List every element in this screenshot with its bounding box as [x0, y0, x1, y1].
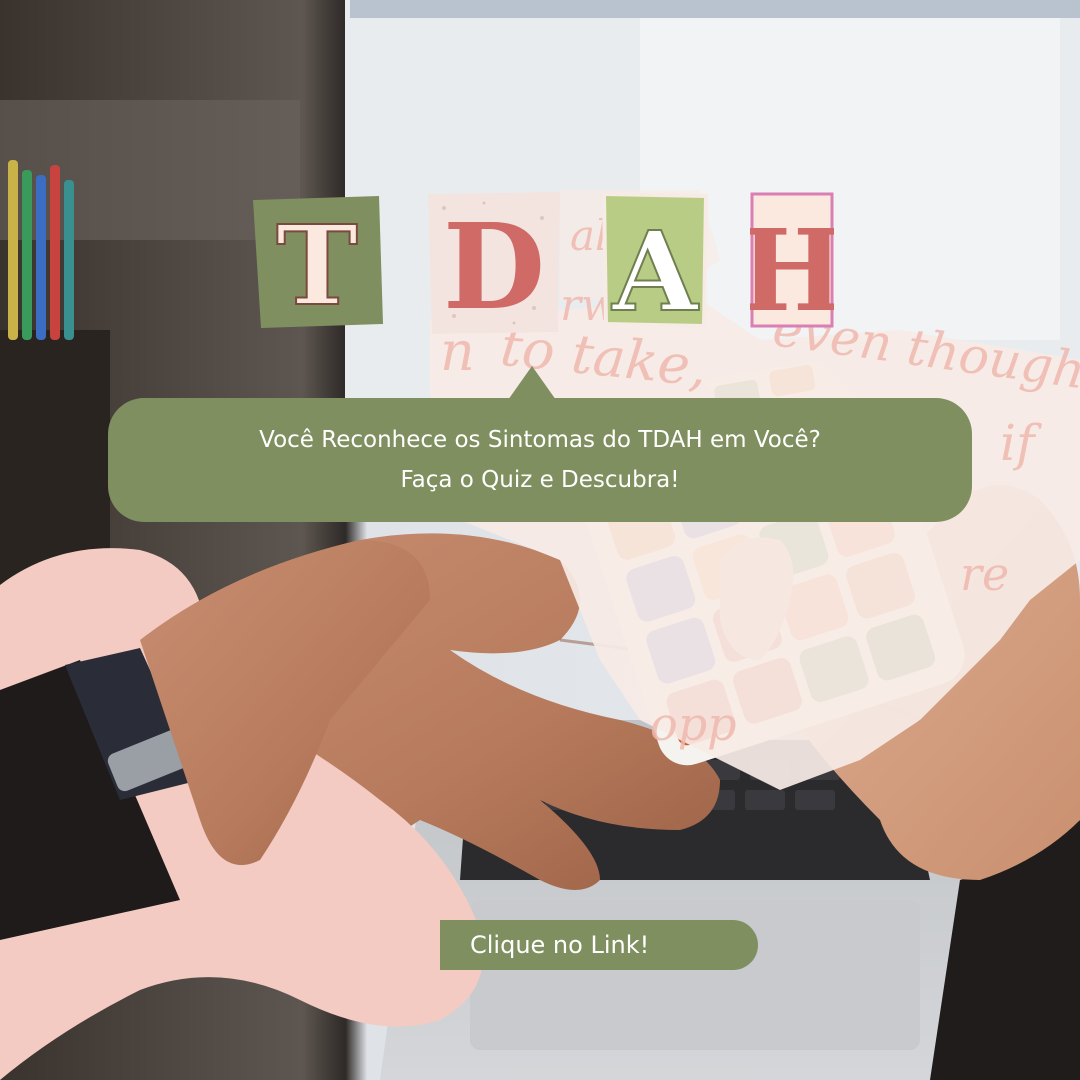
click-link-label: Clique no Link! — [470, 931, 650, 959]
speech-bubble: Você Reconhece os Sintomas do TDAH em Vo… — [108, 398, 972, 522]
ad-canvas: n to take, even though if re opp rwar al… — [0, 0, 1080, 1080]
letter-tile-t: T — [253, 196, 383, 331]
click-link-button[interactable]: Clique no Link! — [440, 920, 758, 970]
letter-t: T — [276, 201, 358, 330]
letter-a: A — [611, 207, 699, 330]
letter-tile-h: H — [750, 192, 834, 328]
speech-bubble-tail — [508, 366, 556, 400]
letter-h: H — [750, 206, 834, 328]
letter-tile-a: A — [601, 191, 709, 330]
bubble-quiz-text: Faça o Quiz e Descubra! — [400, 467, 680, 493]
letter-d: D — [443, 197, 545, 336]
bubble-question-text: Você Reconhece os Sintomas do TDAH em Vo… — [259, 427, 821, 453]
pink-blob-shape — [0, 540, 484, 1080]
letter-tile-d: D — [428, 192, 560, 336]
